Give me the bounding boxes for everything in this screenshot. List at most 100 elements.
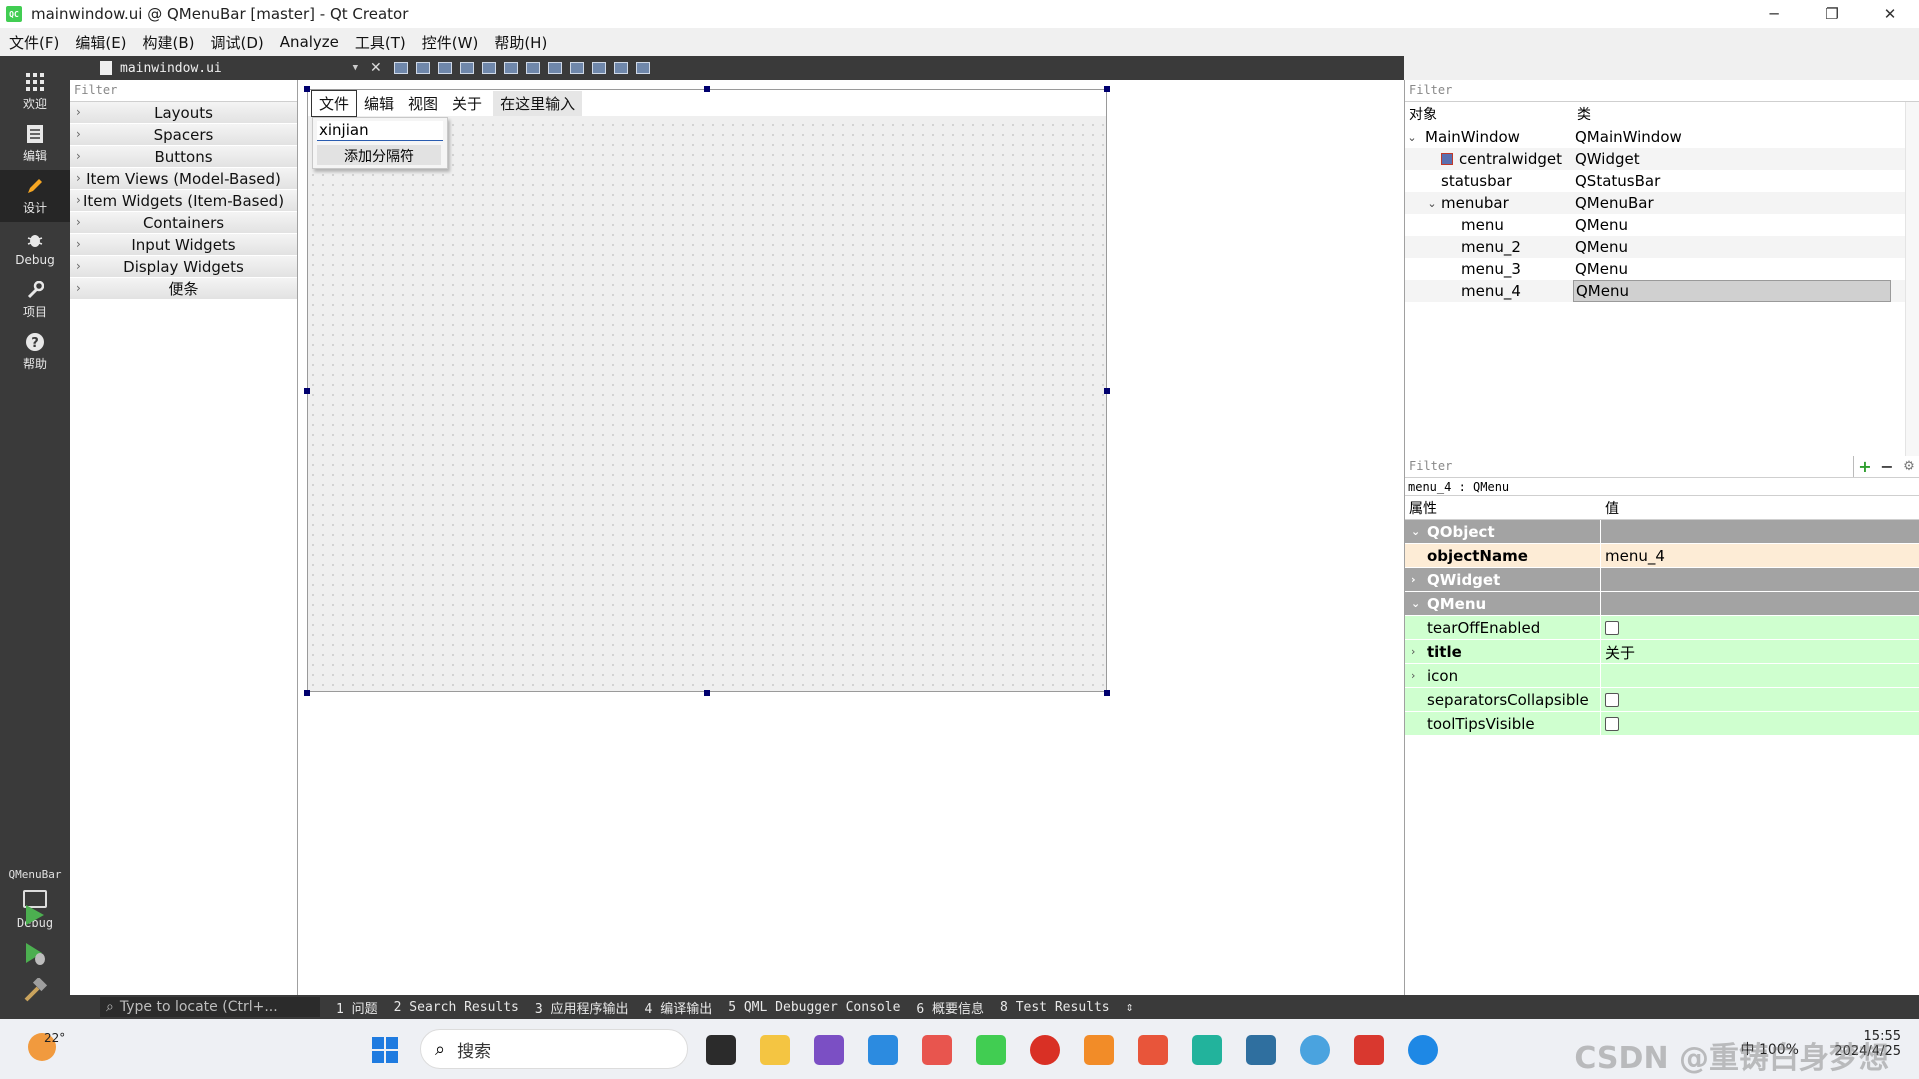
menu-help[interactable]: 帮助(H) bbox=[485, 32, 554, 53]
object-row-mainwindow[interactable]: ⌄ MainWindow QMainWindow bbox=[1405, 126, 1919, 148]
group-qmenu[interactable]: ⌄ QMenu bbox=[1405, 592, 1919, 616]
wps-icon[interactable] bbox=[1354, 1035, 1384, 1065]
add-separator-item[interactable]: 添加分隔符 bbox=[317, 145, 441, 165]
resize-handle[interactable] bbox=[1104, 388, 1110, 394]
property-filter-input[interactable]: Filter bbox=[1405, 456, 1854, 477]
object-row-menu-4[interactable]: menu_4 QMenu bbox=[1405, 280, 1919, 302]
app-icon[interactable] bbox=[1084, 1035, 1114, 1065]
resize-handle[interactable] bbox=[304, 86, 310, 92]
edge-icon[interactable] bbox=[1408, 1035, 1438, 1065]
mode-welcome[interactable]: 欢迎 bbox=[0, 66, 70, 118]
form-menu-view[interactable]: 视图 bbox=[401, 91, 445, 116]
debug-run-button[interactable] bbox=[22, 940, 48, 966]
layout-form-icon[interactable] bbox=[569, 62, 584, 74]
separators-collapsible-checkbox[interactable] bbox=[1605, 693, 1619, 707]
property-separatorscollapsible[interactable]: separatorsCollapsible bbox=[1405, 688, 1919, 712]
object-row-menu-2[interactable]: menu_2 QMenu bbox=[1405, 236, 1919, 258]
edit-widgets-icon[interactable] bbox=[393, 62, 408, 74]
form-editor-canvas[interactable]: 文件 编辑 视图 关于 在这里输入 xinjian 添加分隔符 bbox=[298, 80, 1404, 995]
object-row-menu[interactable]: menu QMenu bbox=[1405, 214, 1919, 236]
splitter-horizontal-icon[interactable] bbox=[525, 62, 540, 74]
task-view-icon[interactable] bbox=[706, 1035, 736, 1065]
column-class[interactable]: 类 bbox=[1573, 104, 1591, 124]
start-button[interactable] bbox=[372, 1037, 398, 1063]
property-value[interactable]: 关于 bbox=[1601, 640, 1919, 664]
layout-grid-icon[interactable] bbox=[591, 62, 606, 74]
adjust-size-icon[interactable] bbox=[635, 62, 650, 74]
main-window-form[interactable]: 文件 编辑 视图 关于 在这里输入 xinjian 添加分隔符 bbox=[307, 89, 1107, 692]
vscode-icon[interactable] bbox=[868, 1035, 898, 1065]
mode-design[interactable]: 设计 bbox=[0, 170, 70, 222]
category-spacers[interactable]: › Spacers bbox=[70, 124, 297, 146]
object-filter-input[interactable]: Filter bbox=[1405, 80, 1919, 102]
group-qwidget[interactable]: › QWidget bbox=[1405, 568, 1919, 592]
layout-vertical-icon[interactable] bbox=[503, 62, 518, 74]
form-menubar[interactable]: 文件 编辑 视图 关于 在这里输入 bbox=[308, 89, 1106, 117]
close-document-button[interactable]: ✕ bbox=[370, 60, 382, 76]
object-row-menubar[interactable]: ⌄ menubar QMenuBar bbox=[1405, 192, 1919, 214]
menu-controls[interactable]: 控件(W) bbox=[413, 32, 486, 53]
property-tearoffenabled[interactable]: tearOffEnabled bbox=[1405, 616, 1919, 640]
chevron-down-icon[interactable]: ⌄ bbox=[1405, 131, 1419, 144]
maximize-button[interactable]: ❐ bbox=[1803, 0, 1861, 28]
app-icon[interactable] bbox=[1138, 1035, 1168, 1065]
column-object[interactable]: 对象 bbox=[1405, 104, 1573, 124]
property-objectname[interactable]: objectName menu_4 bbox=[1405, 544, 1919, 568]
open-document-combo[interactable]: mainwindow.ui ▼ bbox=[100, 57, 362, 79]
close-button[interactable]: ✕ bbox=[1861, 0, 1919, 28]
pane-test-results[interactable]: 8 Test Results bbox=[1000, 1000, 1110, 1015]
build-button[interactable] bbox=[22, 978, 48, 1004]
form-menu-edit[interactable]: 编辑 bbox=[357, 91, 401, 116]
splitter-vertical-icon[interactable] bbox=[547, 62, 562, 74]
edit-buddies-icon[interactable] bbox=[437, 62, 452, 74]
chevron-down-icon[interactable]: ⌄ bbox=[1425, 197, 1439, 210]
object-inspector-scrollbar[interactable] bbox=[1905, 102, 1919, 456]
file-explorer-icon[interactable] bbox=[760, 1035, 790, 1065]
locator-input[interactable]: ⌕ Type to locate (Ctrl+... bbox=[100, 997, 320, 1017]
form-menu-file[interactable]: 文件 bbox=[311, 89, 358, 117]
property-title[interactable]: › title 关于 bbox=[1405, 640, 1919, 664]
more-panes-icon[interactable]: ⇕ bbox=[1126, 1000, 1134, 1015]
minimize-button[interactable]: ─ bbox=[1745, 0, 1803, 28]
pane-general-messages[interactable]: 6 概要信息 bbox=[916, 998, 984, 1017]
edit-tab-order-icon[interactable] bbox=[459, 62, 474, 74]
app-icon[interactable] bbox=[922, 1035, 952, 1065]
mode-help[interactable]: ? 帮助 bbox=[0, 326, 70, 378]
property-value[interactable]: menu_4 bbox=[1601, 544, 1919, 568]
category-display-widgets[interactable]: › Display Widgets bbox=[70, 256, 297, 278]
pane-compile-output[interactable]: 4 编译输出 bbox=[645, 998, 713, 1017]
category-item-views[interactable]: › Item Views (Model-Based) bbox=[70, 168, 297, 190]
run-button[interactable] bbox=[22, 902, 48, 928]
property-value[interactable] bbox=[1601, 664, 1919, 688]
mode-projects[interactable]: 项目 bbox=[0, 274, 70, 326]
layout-horizontal-icon[interactable] bbox=[481, 62, 496, 74]
resize-handle[interactable] bbox=[1104, 690, 1110, 696]
resize-handle[interactable] bbox=[304, 690, 310, 696]
category-input-widgets[interactable]: › Input Widgets bbox=[70, 234, 297, 256]
pane-qml-console[interactable]: 5 QML Debugger Console bbox=[728, 1000, 900, 1015]
category-buttons[interactable]: › Buttons bbox=[70, 146, 297, 168]
visual-studio-icon[interactable] bbox=[814, 1035, 844, 1065]
category-item-widgets[interactable]: › Item Widgets (Item-Based) bbox=[70, 190, 297, 212]
resize-handle[interactable] bbox=[704, 86, 710, 92]
menu-edit[interactable]: 编辑(E) bbox=[66, 32, 133, 53]
app-icon[interactable] bbox=[1192, 1035, 1222, 1065]
tooltips-visible-checkbox[interactable] bbox=[1605, 717, 1619, 731]
remove-dynamic-property-icon[interactable]: − bbox=[1876, 456, 1898, 477]
form-menu-about[interactable]: 关于 bbox=[445, 91, 489, 116]
edit-signals-icon[interactable] bbox=[415, 62, 430, 74]
resize-handle[interactable] bbox=[704, 690, 710, 696]
menu-build[interactable]: 构建(B) bbox=[134, 32, 202, 53]
type-here-placeholder[interactable]: 在这里输入 bbox=[493, 90, 583, 116]
mode-edit[interactable]: 编辑 bbox=[0, 118, 70, 170]
group-qobject[interactable]: ⌄ QObject bbox=[1405, 520, 1919, 544]
configure-icon[interactable]: ⚙ bbox=[1898, 456, 1919, 477]
category-scratchpad[interactable]: › 便条 bbox=[70, 278, 297, 300]
property-tooltipsvisible[interactable]: toolTipsVisible bbox=[1405, 712, 1919, 736]
object-row-centralwidget[interactable]: centralwidget QWidget bbox=[1405, 148, 1919, 170]
menu-analyze[interactable]: Analyze bbox=[271, 33, 346, 51]
resize-handle[interactable] bbox=[304, 388, 310, 394]
object-row-statusbar[interactable]: statusbar QStatusBar bbox=[1405, 170, 1919, 192]
pane-issues[interactable]: 1 问题 bbox=[336, 998, 378, 1017]
menu-file[interactable]: 文件(F) bbox=[0, 32, 66, 53]
